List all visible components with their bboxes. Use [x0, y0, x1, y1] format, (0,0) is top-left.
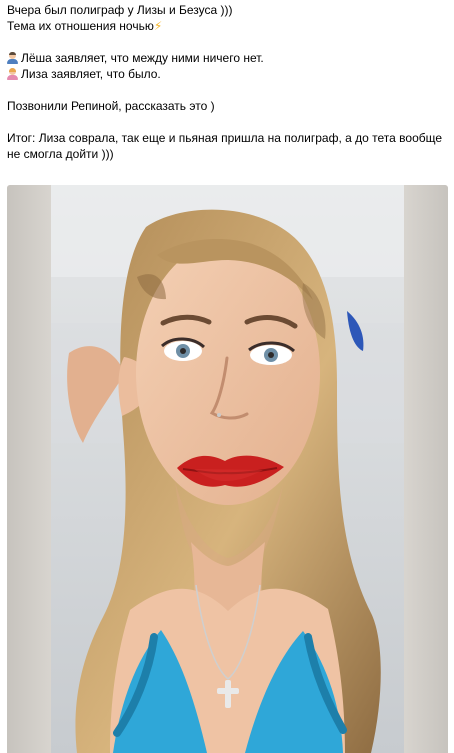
- post-line-3: Лёша заявляет, что между ними ничего нет…: [7, 50, 447, 66]
- post-line-6: Итог: Лиза соврала, так еще и пьяная при…: [7, 131, 443, 161]
- post-line-1: Вчера был полиграф у Лизы и Безуса ))): [7, 3, 233, 17]
- post-line-2-text: Тема их отношения ночью: [7, 19, 154, 33]
- post-line-5: Позвонили Репиной, рассказать это ): [7, 99, 215, 113]
- lightning-icon: ⚡: [153, 19, 163, 33]
- woman-emoji-icon: [7, 68, 18, 80]
- man-emoji-icon: [7, 52, 18, 64]
- portrait-photo[interactable]: [51, 185, 404, 753]
- portrait-photo-svg: [51, 185, 404, 753]
- post-text: Вчера был полиграф у Лизы и Безуса ))) Т…: [7, 2, 447, 162]
- photo-frame[interactable]: [7, 185, 448, 753]
- post-line-4: Лиза заявляет, что было.: [7, 66, 447, 82]
- photo-blur-right: [404, 185, 448, 753]
- post-line-4-text: Лиза заявляет, что было.: [21, 67, 161, 81]
- post-line-2: Тема их отношения ночью⚡: [7, 18, 447, 34]
- post-line-3-text: Лёша заявляет, что между ними ничего нет…: [21, 51, 264, 65]
- photo-blur-left: [7, 185, 51, 753]
